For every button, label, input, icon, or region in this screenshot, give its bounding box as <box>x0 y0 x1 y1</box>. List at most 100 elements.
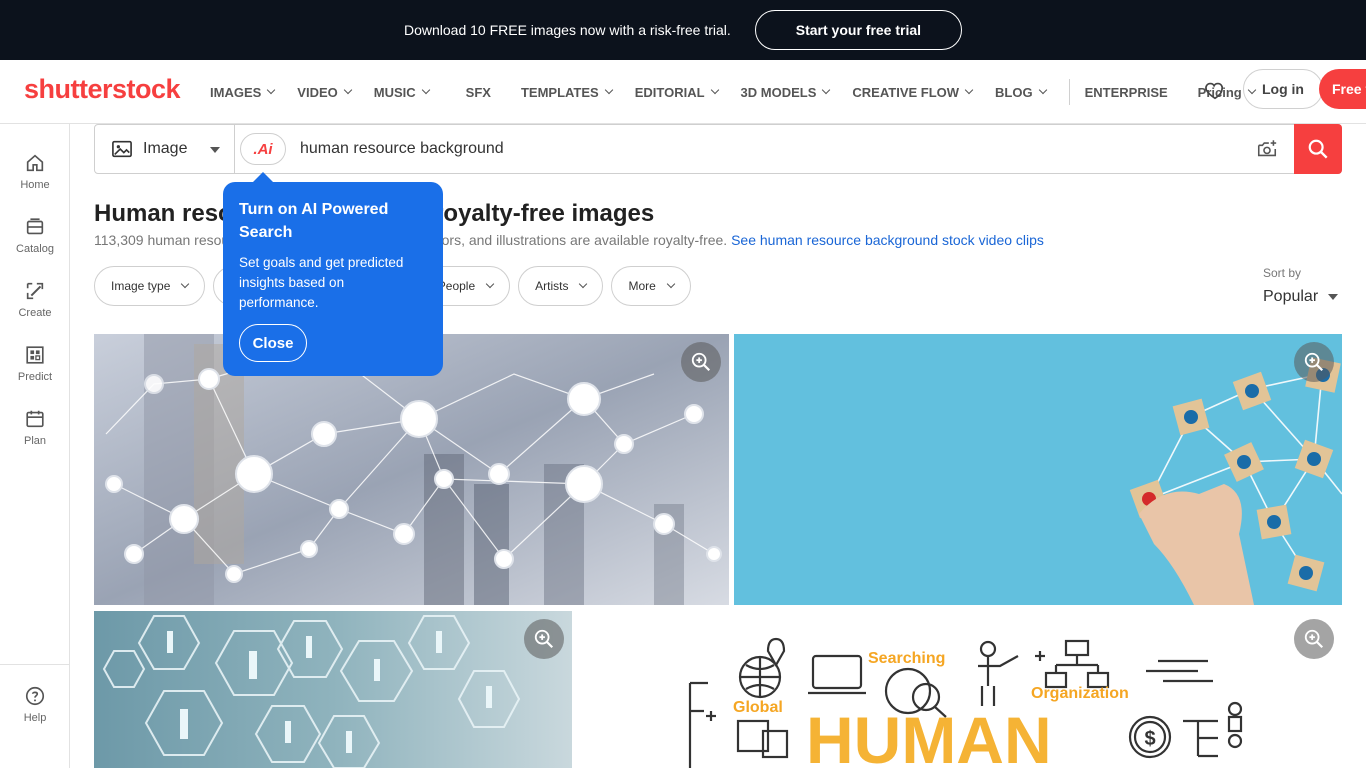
sidebar-item-label: Home <box>20 179 50 191</box>
left-sidebar: Home Catalog Create Predict Plan Help <box>0 124 70 768</box>
promo-text: Download 10 FREE images now with a risk-… <box>403 22 731 38</box>
help-icon <box>25 686 45 706</box>
nav-item-label: ENTERPRISE <box>1084 84 1168 100</box>
start-free-trial-button[interactable]: Start your free trial <box>754 10 963 50</box>
video-clips-link[interactable]: See human resource background stock vide… <box>731 232 1044 248</box>
sort-select[interactable]: Popular <box>1263 288 1339 306</box>
illustration-global-text: Global <box>733 699 783 716</box>
filter-label: People <box>437 279 476 293</box>
filter-label: Artists <box>535 279 569 293</box>
promo-banner: Download 10 FREE images now with a risk-… <box>0 0 1366 60</box>
chevron-down-icon <box>421 85 430 95</box>
home-icon <box>26 154 44 172</box>
hr-illustration: Searching Organization Global HUMAN $ <box>688 637 1243 768</box>
sort-value: Popular <box>1263 288 1319 305</box>
chevron-down-icon <box>822 85 831 95</box>
sidebar-item-label: Create <box>18 307 52 319</box>
search-bar: Image .Ai <box>94 124 1342 174</box>
shutterstock-logo[interactable]: shutterstock <box>24 74 181 105</box>
nav-divider <box>1068 79 1070 105</box>
filter-label: More <box>628 279 656 293</box>
media-type-label: Image <box>143 140 188 157</box>
sidebar-item-label: Catalog <box>16 243 54 255</box>
tooltip-title: Turn on AI Powered Search <box>239 201 389 241</box>
nav-item-label: MUSIC <box>373 84 416 100</box>
zoom-icon[interactable] <box>681 342 721 382</box>
search-input[interactable] <box>300 140 1256 158</box>
free-trial-header-button[interactable]: Free t <box>1319 69 1366 109</box>
nav-item-label: CREATIVE FLOW <box>852 84 960 100</box>
chevron-down-icon <box>964 85 974 95</box>
chevron-down-icon <box>604 85 613 95</box>
nav-item-creative-flow[interactable]: CREATIVE FLOW <box>852 84 974 100</box>
camera-search-icon[interactable] <box>1256 138 1278 160</box>
search-icon <box>1308 139 1328 159</box>
sidebar-item-help[interactable]: Help <box>0 685 70 724</box>
nav-item-templates[interactable]: TEMPLATES <box>520 84 613 100</box>
nav-item-label: TEMPLATES <box>520 84 599 100</box>
tooltip-close-button[interactable]: Close <box>239 324 307 362</box>
sidebar-item-label: Predict <box>17 371 53 383</box>
catalog-icon <box>26 218 44 235</box>
nav-item-label: 3D MODELS <box>740 84 817 100</box>
plan-icon <box>26 410 44 428</box>
chevron-down-icon <box>1328 294 1339 300</box>
zoom-icon[interactable] <box>524 619 564 659</box>
nav-item-blog[interactable]: BLOG <box>995 84 1047 100</box>
nav-item-editorial[interactable]: EDITORIAL <box>635 85 719 100</box>
predict-icon <box>26 346 44 364</box>
create-icon <box>26 282 44 300</box>
sidebar-item-label: Help <box>23 712 47 724</box>
nav-item-enterprise[interactable]: ENTERPRISE <box>1085 85 1168 100</box>
chevron-down-icon <box>579 279 588 289</box>
nav-item-images[interactable]: IMAGES <box>210 84 276 100</box>
result-image-hexagon-network[interactable] <box>94 611 572 768</box>
chevron-down-icon <box>1038 85 1047 95</box>
sidebar-item-predict[interactable]: Predict <box>0 344 70 383</box>
chevron-down-icon <box>485 279 495 289</box>
nav-item-label: SFX <box>465 84 491 100</box>
sidebar-item-home[interactable]: Home <box>0 152 70 191</box>
sort-by-label: Sort by <box>1263 266 1302 280</box>
hexagon-photo <box>94 611 572 768</box>
result-image-hr-illustration[interactable]: Searching Organization Global HUMAN $ <box>578 611 1342 768</box>
help-area: Help <box>0 664 70 768</box>
result-image-wooden-blocks[interactable] <box>734 334 1342 605</box>
ai-search-tooltip: Turn on AI Powered Search Set goals and … <box>223 172 443 376</box>
site-header: shutterstock IMAGES VIDEO MUSIC SFX TEMPLATE… <box>0 60 1366 124</box>
sidebar-item-catalog[interactable]: Catalog <box>0 216 70 255</box>
media-type-select[interactable]: Image <box>95 125 235 173</box>
nav-item-label: BLOG <box>995 84 1033 100</box>
nav-item-label: IMAGES <box>210 84 262 100</box>
tooltip-body: Set goals and get predicted insights bas… <box>239 255 404 310</box>
zoom-icon[interactable] <box>1294 342 1334 382</box>
nav-item-video[interactable]: VIDEO <box>297 84 353 100</box>
main-nav: IMAGES VIDEO MUSIC SFX TEMPLATES EDITORIAL 3D … <box>210 60 1278 124</box>
illustration-searching-text: Searching <box>868 650 945 667</box>
sidebar-item-create[interactable]: Create <box>0 280 70 319</box>
nav-item-3d-models[interactable]: 3D MODELS <box>740 84 831 100</box>
nav-item-sfx[interactable]: SFX <box>466 85 491 100</box>
heart-icon[interactable] <box>1204 79 1226 101</box>
filter-label: Image type <box>111 279 171 293</box>
sidebar-item-plan[interactable]: Plan <box>0 408 70 447</box>
illustration-human-text: HUMAN <box>806 703 1052 768</box>
filter-more[interactable]: More <box>611 266 691 306</box>
zoom-icon[interactable] <box>1294 619 1334 659</box>
chevron-down-icon <box>343 85 353 95</box>
filter-artists[interactable]: Artists <box>518 266 604 306</box>
chevron-down-icon <box>666 279 676 289</box>
nav-item-music[interactable]: MUSIC <box>373 84 430 100</box>
chevron-down-icon <box>181 279 190 289</box>
chevron-down-icon <box>210 147 220 153</box>
blocks-photo <box>734 334 1342 605</box>
filter-image-type[interactable]: Image type <box>94 266 206 306</box>
chevron-down-icon <box>267 85 276 95</box>
nav-item-label: VIDEO <box>297 84 338 100</box>
chevron-down-icon <box>710 85 719 95</box>
login-button[interactable]: Log in <box>1243 69 1323 109</box>
ai-search-toggle[interactable]: .Ai <box>240 133 286 165</box>
search-button[interactable] <box>1294 124 1342 174</box>
illustration-organization-text: Organization <box>1031 685 1129 702</box>
sidebar-item-label: Plan <box>23 435 47 447</box>
